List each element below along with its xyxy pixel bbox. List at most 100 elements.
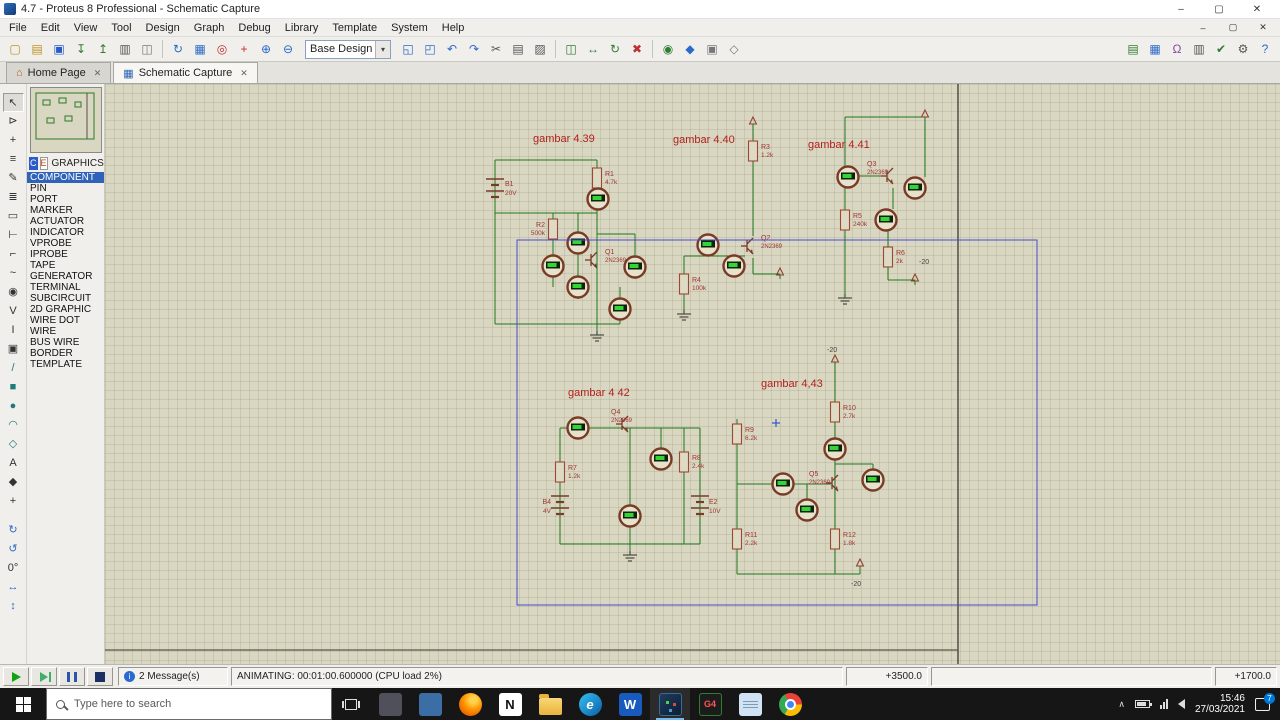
2d-path-mode[interactable]: ◇ <box>3 435 24 454</box>
schematic-canvas[interactable]: R1 4.7k R2 500k R3 1.2k R4 100k R5 240k R6 2k R7 1.2k… <box>105 84 1280 664</box>
taskbar-app-chrome[interactable] <box>770 688 810 720</box>
block-rotate-icon[interactable]: ↻ <box>605 39 625 59</box>
resistor-R9[interactable]: R96.2k <box>731 419 759 449</box>
ground-symbol[interactable] <box>838 294 852 305</box>
object-item-subcircuit[interactable]: SUBCIRCUIT <box>27 293 104 304</box>
object-item-border[interactable]: BORDER <box>27 348 104 359</box>
maximize-button[interactable]: ▢ <box>1200 0 1238 18</box>
terminals-mode[interactable]: ⊢ <box>3 226 24 245</box>
text-script-mode[interactable]: ✎ <box>3 169 24 188</box>
generator-mode[interactable]: ◉ <box>3 283 24 302</box>
object-item-wire-dot[interactable]: WIRE DOT <box>27 315 104 326</box>
virtual-instruments-mode[interactable]: ▣ <box>3 340 24 359</box>
menu-file[interactable]: File <box>2 21 34 35</box>
resistor-R6[interactable]: R62k <box>882 242 906 272</box>
meter-instrument[interactable] <box>608 297 632 321</box>
import-section-icon[interactable]: ↧ <box>71 39 91 59</box>
object-item-template[interactable]: TEMPLATE <box>27 359 104 370</box>
redo-icon[interactable]: ↷ <box>464 39 484 59</box>
meter-instrument[interactable] <box>566 416 590 440</box>
object-item-wire[interactable]: WIRE <box>27 326 104 337</box>
help-icon[interactable]: ? <box>1255 39 1275 59</box>
copy-icon[interactable]: ▤ <box>508 39 528 59</box>
2d-text-mode[interactable]: A <box>3 454 24 473</box>
taskbar-app-edge[interactable]: e <box>570 688 610 720</box>
2d-arc-mode[interactable]: ◠ <box>3 416 24 435</box>
decompose-icon[interactable]: ◇ <box>724 39 744 59</box>
rotate-cw-button[interactable]: ↻ <box>3 521 24 540</box>
packaging-tool-icon[interactable]: ▣ <box>702 39 722 59</box>
menu-debug[interactable]: Debug <box>231 21 277 35</box>
settings-icon[interactable]: ⚙ <box>1233 39 1253 59</box>
network-icon[interactable] <box>1159 699 1168 709</box>
device-pins-mode[interactable]: ⌐ <box>3 245 24 264</box>
selection-mode[interactable]: ↖ <box>2 93 24 112</box>
menu-design[interactable]: Design <box>139 21 187 35</box>
menu-help[interactable]: Help <box>435 21 472 35</box>
open-project-icon[interactable]: ▤ <box>27 39 47 59</box>
transistor-Q5[interactable]: Q5 2N2369 <box>809 471 839 492</box>
transistor-Q1[interactable]: Q1 2N2369 <box>585 249 627 269</box>
resistor-R12[interactable]: R121.8k <box>829 524 857 554</box>
volume-icon[interactable] <box>1177 699 1185 709</box>
buses-mode[interactable]: ≣ <box>3 188 24 207</box>
tab-close-button[interactable]: ✕ <box>94 68 102 79</box>
menu-system[interactable]: System <box>384 21 435 35</box>
object-item-component[interactable]: COMPONENT <box>27 172 104 183</box>
menu-library[interactable]: Library <box>278 21 326 35</box>
zoom-out-icon[interactable]: ⊖ <box>278 39 298 59</box>
menu-template[interactable]: Template <box>325 21 384 35</box>
pick-device-icon[interactable]: ◉ <box>658 39 678 59</box>
tab-close-button[interactable]: ✕ <box>240 68 248 79</box>
2d-marker-mode[interactable]: + <box>3 492 24 511</box>
taskbar-app-2[interactable] <box>410 688 450 720</box>
rotation-angle-readout[interactable]: 0° <box>3 559 24 578</box>
resistor-R3[interactable]: R31.2k <box>747 136 775 166</box>
resistor-R8[interactable]: R82.4k <box>678 447 706 477</box>
battery-B4[interactable]: B44V <box>542 495 569 516</box>
object-item-generator[interactable]: GENERATOR <box>27 271 104 282</box>
object-item-vprobe[interactable]: VPROBE <box>27 238 104 249</box>
netlist-icon[interactable]: ▥ <box>1189 39 1209 59</box>
make-device-icon[interactable]: ◆ <box>680 39 700 59</box>
annotation-label[interactable]: gambar 4 42 <box>568 387 630 399</box>
meter-instrument[interactable] <box>566 231 590 255</box>
edit-library-button[interactable]: E <box>39 156 48 170</box>
tab-home-page[interactable]: ⌂ Home Page ✕ <box>6 62 112 83</box>
h-mirror-button[interactable]: ↔ <box>3 578 24 597</box>
block-copy-icon[interactable]: ◫ <box>561 39 581 59</box>
object-item-2d-graphic[interactable]: 2D GRAPHIC <box>27 304 104 315</box>
object-item-tape[interactable]: TAPE <box>27 260 104 271</box>
annotation-label[interactable]: gambar 4.41 <box>808 139 870 151</box>
verify-icon[interactable]: ✔ <box>1211 39 1231 59</box>
meter-instrument[interactable] <box>566 275 590 299</box>
meter-instrument[interactable] <box>836 165 860 189</box>
battery-B1[interactable]: B120V <box>486 178 517 199</box>
play-button[interactable] <box>3 667 29 686</box>
zoom-in-icon[interactable]: ⊕ <box>256 39 276 59</box>
power-terminal[interactable] <box>830 353 840 366</box>
toggle-grid-icon[interactable]: ▦ <box>190 39 210 59</box>
block-delete-icon[interactable]: ✖ <box>627 39 647 59</box>
mdi-close-button[interactable]: ✕ <box>1248 20 1278 36</box>
component-mode[interactable]: ⊳ <box>3 112 24 131</box>
annotation-label[interactable]: gambar 4,43 <box>761 378 823 390</box>
step-button[interactable] <box>31 667 57 686</box>
meter-instrument[interactable] <box>722 254 746 278</box>
annotation-label[interactable]: gambar 4.40 <box>673 134 735 146</box>
object-item-indicator[interactable]: INDICATOR <box>27 227 104 238</box>
power-terminal[interactable] <box>920 108 930 121</box>
transistor-Q3[interactable]: Q3 2N2369 <box>867 161 894 185</box>
zoom-all-icon[interactable]: ◱ <box>398 39 418 59</box>
start-button[interactable] <box>0 688 46 720</box>
resistor-R10[interactable]: R102.7k <box>829 397 857 427</box>
resistor-R11[interactable]: R112.2k <box>731 524 759 554</box>
meter-instrument[interactable] <box>618 504 642 528</box>
print-icon[interactable]: ▥ <box>115 39 135 59</box>
chevron-down-icon[interactable]: ▾ <box>375 40 390 58</box>
taskbar-app-g4[interactable]: G4 <box>690 688 730 720</box>
edit-window-preview[interactable] <box>29 87 102 153</box>
taskbar-search[interactable] <box>46 688 332 720</box>
message-panel[interactable]: i 2 Message(s) <box>118 667 228 686</box>
object-item-marker[interactable]: MARKER <box>27 205 104 216</box>
